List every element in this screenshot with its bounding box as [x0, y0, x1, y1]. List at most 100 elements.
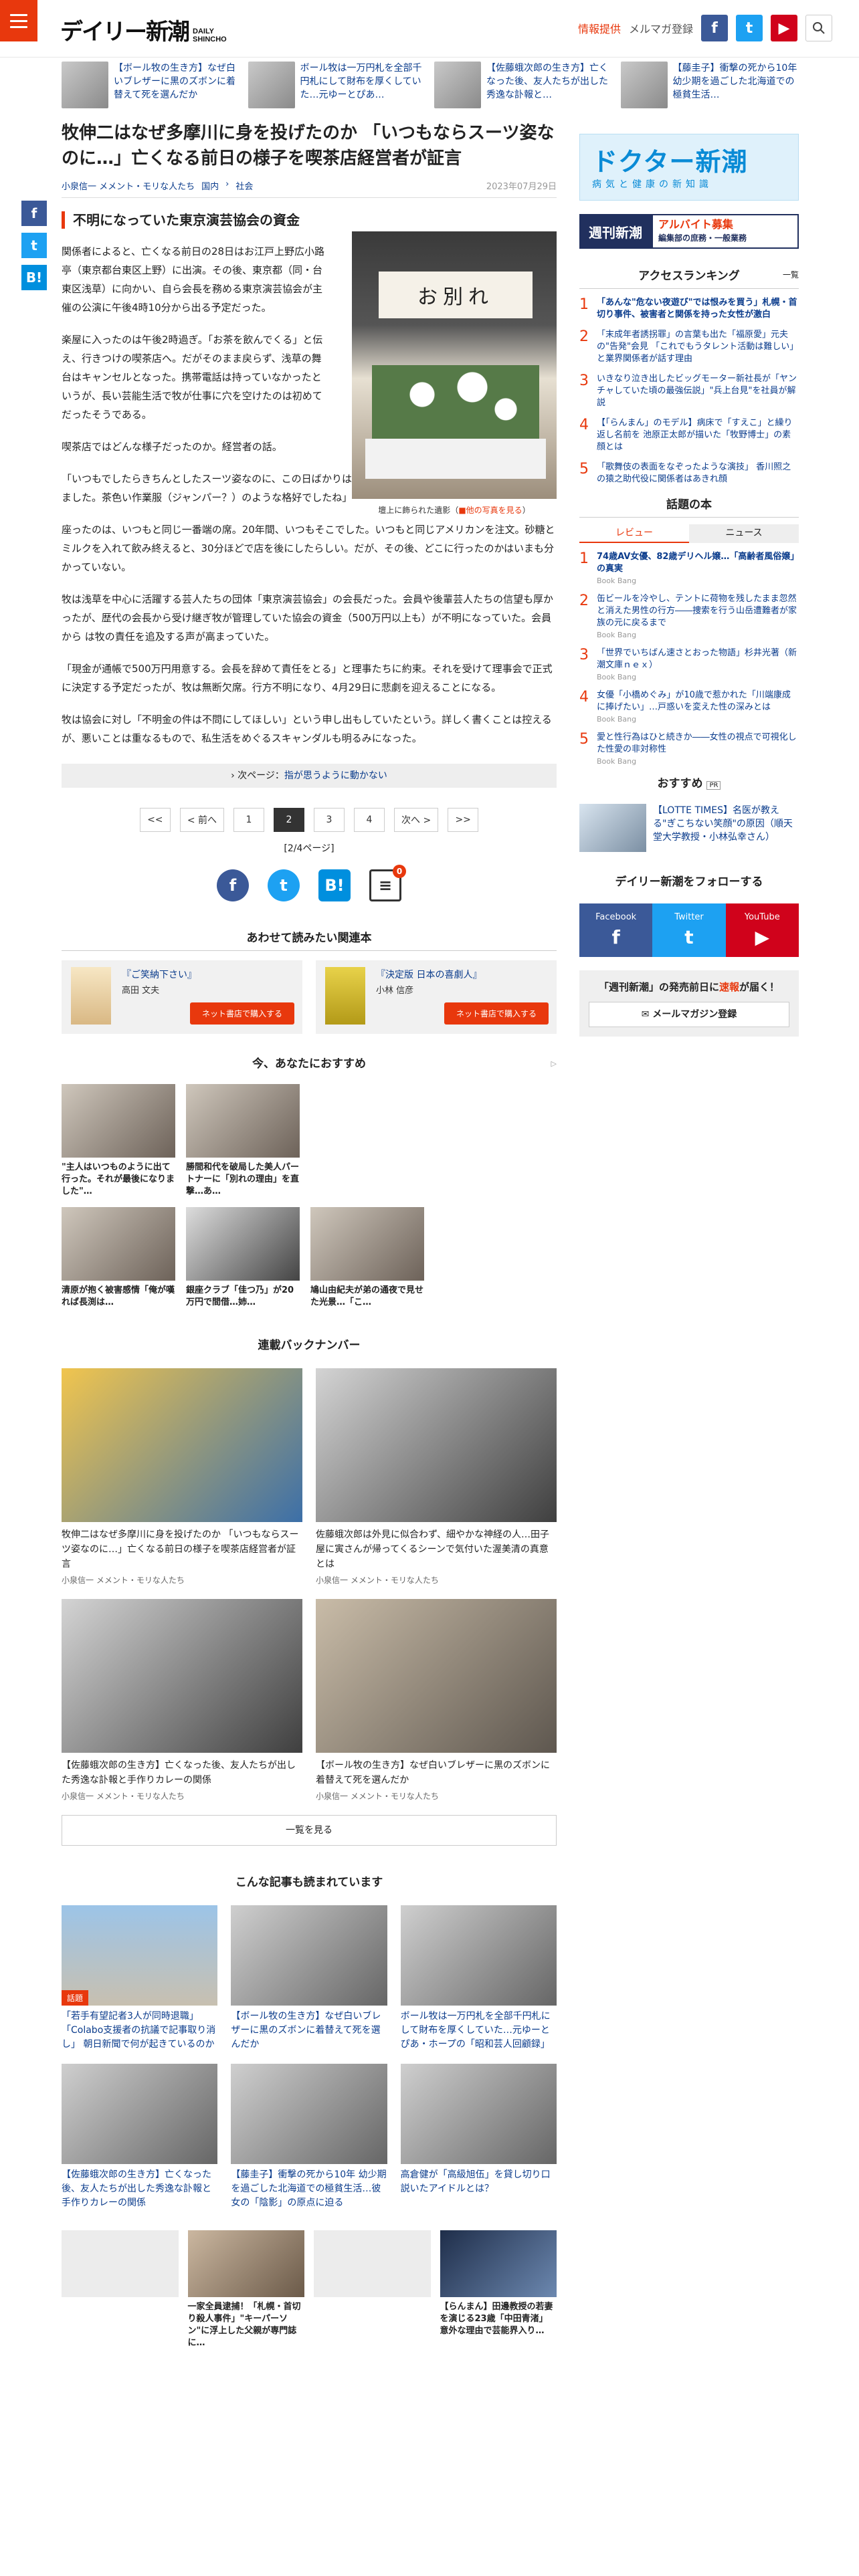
- buy-button[interactable]: ネット書店で購入する: [444, 1002, 549, 1025]
- ad-choices-icon[interactable]: ▷: [551, 1059, 557, 1068]
- also-read-title: ボール牧は一万円札を全部千円札にして財布を厚くしていた…元ゆーとぴあ・ホープの「…: [400, 2011, 551, 2050]
- hatena-share-icon[interactable]: B!: [318, 869, 351, 901]
- pager-last[interactable]: >>: [448, 808, 479, 832]
- mailmag-link[interactable]: メルマガ登録: [629, 20, 693, 36]
- category-link[interactable]: 国内: [201, 179, 219, 192]
- doctor-banner-sub: 病気と健康の新知識: [592, 179, 712, 190]
- also-read-image: [62, 2064, 218, 2164]
- ad-image: [187, 2230, 304, 2297]
- ranking-item[interactable]: 2 「末成年者誘拐罪」の言葉も出た「福原愛」元夫の"告発"会見 「これでもうタレン…: [579, 329, 799, 365]
- recommend-item[interactable]: 銀座クラブ「佳つ乃」が20万円で間借…姉…: [186, 1207, 300, 1309]
- recommend-item[interactable]: 鳩山由紀夫が弟の通夜で見せた光景…「こ…: [310, 1207, 424, 1309]
- site-logo[interactable]: デイリー新潮 DAILY SHINCHO: [60, 13, 227, 46]
- book-item[interactable]: 2 缶ビールを冷やし、テントに荷物を残したまま忽然と消えた男性の行方――捜索を行う…: [579, 593, 799, 640]
- backnumber-item[interactable]: 【佐藤蛾次郎の生き方】亡くなった後、友人たちが出した秀逸な訃報と手作りカレーの関…: [62, 1599, 302, 1802]
- ad-image: [314, 2230, 431, 2297]
- ranking-all-link[interactable]: 一覧: [783, 269, 799, 280]
- osusume-item[interactable]: 【LOTTE TIMES】名医が教える"ぎこちない笑顔"の原因（順天堂大学教授・…: [579, 804, 799, 852]
- twitter-share-icon[interactable]: t: [268, 869, 300, 901]
- photo-image[interactable]: お別れ: [352, 231, 557, 499]
- pager-first[interactable]: <<: [139, 808, 171, 832]
- book-card[interactable]: 『ご笑納下さい』 高田 文夫 ネット書店で購入する: [62, 960, 302, 1034]
- ranking-item[interactable]: 5 「歌舞伎の表面をなぞったような演技」 香川照之の猿之助代役に関係者はあきれ顔: [579, 461, 799, 486]
- ad-item[interactable]: [314, 2230, 431, 2349]
- follow-facebook-button[interactable]: Facebook f: [579, 903, 653, 957]
- recommend-item[interactable]: 勝間和代を破局した美人パートナーに「別れの理由」を直撃…あ…: [186, 1084, 300, 1198]
- hatena-share-icon[interactable]: B!: [21, 265, 47, 290]
- strip-item[interactable]: 【藤圭子】衝撃の死から10年 幼少期を過ごした北海道での極貧生活…: [620, 62, 798, 118]
- ad-title: 【らんまん】田邊教授の若妻を演じる23歳「中田青渚」 意外な理由で芸能界入り…: [440, 2302, 553, 2336]
- book-item[interactable]: 1 74歳AV女優、82歳デリヘル嬢…「高齢者風俗嬢」の真実 Book Bang: [579, 551, 799, 586]
- ranking-heading: アクセスランキング 一覧: [579, 266, 799, 289]
- also-read-item[interactable]: 【藤圭子】衝撃の死から10年 幼少期を過ごした北海道での極貧生活…彼女の「陰影」…: [231, 2064, 387, 2210]
- tab-review[interactable]: レビュー: [579, 524, 689, 543]
- next-page-link[interactable]: › 次ページ：指が思うように動かない: [62, 764, 557, 788]
- comment-icon[interactable]: ≡ 0: [369, 865, 406, 901]
- also-read-image: [231, 2064, 387, 2164]
- shukan-job-banner[interactable]: 週刊新潮 アルバイト募集 編集部の庶務・一般業務: [579, 214, 799, 249]
- doctor-shincho-banner[interactable]: ドクター新潮 病気と健康の新知識: [579, 134, 799, 201]
- pager-prev[interactable]: < 前へ: [179, 808, 224, 832]
- mail-magazine-button[interactable]: ✉ メールマガジン登録: [589, 1002, 789, 1027]
- more-photos-link[interactable]: 他の写真を見る: [466, 506, 522, 515]
- recommend-title: 鳩山由紀夫が弟の通夜で見せた光景…「こ…: [310, 1285, 424, 1307]
- recommend-title: 銀座クラブ「佳つ乃」が20万円で間借…姉…: [186, 1285, 294, 1307]
- strip-item[interactable]: ボール牧は一万円札を全部千円札にして財布を厚くしていた…元ゆーとぴあ…: [248, 62, 425, 118]
- book-card[interactable]: 『決定版 日本の喜劇人』 小林 信彦 ネット書店で購入する: [316, 960, 557, 1034]
- recommend-item[interactable]: "主人はいつものように出て行った。それが最後になりました"…: [62, 1084, 175, 1198]
- pager-page-1[interactable]: 1: [233, 808, 264, 832]
- tab-news[interactable]: ニュース: [689, 524, 799, 543]
- ad-item[interactable]: 【らんまん】田邊教授の若妻を演じる23歳「中田青渚」 意外な理由で芸能界入り…: [440, 2230, 557, 2349]
- ad-item[interactable]: 一家全員逮捕！「札幌・首切り殺人事件」"キーパーソン"に浮上した父親が専門誌に…: [187, 2230, 304, 2349]
- follow-heading: デイリー新潮をフォローする: [615, 875, 763, 889]
- ranking-item[interactable]: 4 【「らんまん」のモデル】病床で「すえこ」と繰り返し名前を 池原正太郎が描いた「…: [579, 417, 799, 453]
- twitter-icon[interactable]: t: [736, 15, 763, 41]
- strip-text: ボール牧は一万円札を全部千円札にして財布を厚くしていた…元ゆーとぴあ…: [300, 63, 422, 100]
- book-title[interactable]: 『決定版 日本の喜劇人』: [376, 968, 482, 982]
- facebook-share-icon[interactable]: f: [21, 201, 47, 226]
- facebook-icon[interactable]: f: [701, 15, 728, 41]
- pager-page-4[interactable]: 4: [354, 808, 385, 832]
- category-link[interactable]: 社会: [235, 179, 253, 192]
- search-icon[interactable]: [805, 15, 832, 41]
- recommend-item[interactable]: 清原が抱く被害感情「俺が嘆れば長渕は…: [62, 1207, 175, 1309]
- also-read-item[interactable]: 高倉健が「高級旭伍」を貸し切り口説いたアイドルとは？: [400, 2064, 557, 2210]
- camera-icon: ■: [458, 506, 466, 515]
- author-link[interactable]: 小泉信一 メメント・モリな人たち: [62, 179, 195, 192]
- ad-title: 一家全員逮捕！「札幌・首切り殺人事件」"キーパーソン"に浮上した父親が専門誌に…: [187, 2302, 301, 2348]
- backnumber-item[interactable]: 牧伸二はなぜ多摩川に身を投げたのか 「いつもならスーツ姿なのに…」亡くなる前日の…: [62, 1368, 302, 1586]
- pager-page-2: 2: [274, 808, 304, 832]
- article-photo[interactable]: お別れ 壇上に飾られた遺影（■他の写真を見る）: [352, 231, 557, 516]
- also-read-item[interactable]: 【ボール牧の生き方】なぜ白いブレザーに黒のズボンに着替えて死を選んだか: [231, 1905, 387, 2052]
- backnumber-item[interactable]: 【ボール牧の生き方】なぜ白いブレザーに黒のズボンに着替えて死を選んだか 小泉信一 …: [316, 1599, 557, 1802]
- strip-text: 【佐藤蛾次郎の生き方】亡くなった後、友人たちが出した秀逸な訃報と…: [486, 63, 608, 100]
- youtube-icon[interactable]: ▶: [771, 15, 797, 41]
- see-all-button[interactable]: 一覧を見る: [62, 1815, 557, 1846]
- book-title[interactable]: 『ご笑納下さい』: [122, 968, 197, 982]
- book-item[interactable]: 4 女優「小橋めぐみ」が10歳で惹かれた「川端康成に捧げたい」…戸惑いを変えた性の…: [579, 689, 799, 724]
- also-read-item[interactable]: 【佐藤蛾次郎の生き方】亡くなった後、友人たちが出した秀逸な訃報と手作りカレーの関…: [62, 2064, 218, 2210]
- backnumber-item[interactable]: 佐藤蛾次郎は外見に似合わず、細やかな神経の人…田子屋に寅さんが帰ってくるシーンで…: [316, 1368, 557, 1586]
- book-list: 1 74歳AV女優、82歳デリヘル嬢…「高齢者風俗嬢」の真実 Book Bang 2…: [579, 551, 799, 766]
- book-item[interactable]: 3 「世界でいちばん速さとおった物語」杉井光著（新潮文庫ｎｅｘ） Book Bang: [579, 647, 799, 682]
- ranking-item[interactable]: 1 「あんな"危ない夜遊び"では恨みを買う」札幌・首切り事件、被害者と関係を持った…: [579, 297, 799, 321]
- strip-item[interactable]: 【佐藤蛾次郎の生き方】亡くなった後、友人たちが出した秀逸な訃報と…: [434, 62, 611, 118]
- topic-tag: 話題: [62, 1990, 89, 2006]
- follow-youtube-button[interactable]: YouTube ▶: [725, 903, 799, 957]
- strip-item[interactable]: 【ボール牧の生き方】なぜ白いブレザーに黒のズボンに着替えて死を選んだか: [62, 62, 239, 118]
- pager-page-3[interactable]: 3: [314, 808, 345, 832]
- twitter-share-icon[interactable]: t: [21, 233, 47, 258]
- ad-item[interactable]: [62, 2230, 179, 2349]
- menu-icon[interactable]: [0, 0, 37, 41]
- book-tabs: レビュー ニュース: [579, 524, 799, 543]
- book-item[interactable]: 5 愛と性行為はひと続きか――女性の視点で可視化した性愛の非対称性 Book Ban…: [579, 732, 799, 766]
- pager-next[interactable]: 次へ >: [394, 808, 439, 832]
- also-read-item[interactable]: ボール牧は一万円札を全部千円札にして財布を厚くしていた…元ゆーとぴあ・ホープの「…: [400, 1905, 557, 2052]
- info-link[interactable]: 情報提供: [578, 20, 621, 36]
- buy-button[interactable]: ネット書店で購入する: [189, 1002, 294, 1025]
- recommend-image: [62, 1084, 175, 1158]
- facebook-share-icon[interactable]: f: [217, 869, 249, 901]
- ranking-item[interactable]: 3 いきなり泣き出したビッグモーター新社長が「ヤンチャしていた頃の最強伝説」"兵上…: [579, 373, 799, 409]
- follow-twitter-button[interactable]: Twitter t: [652, 903, 726, 957]
- also-read-item[interactable]: 話題 「若手有望記者3人が同時退職」「Colabo支援者の抗議で記事取り消し」 朝…: [62, 1905, 218, 2052]
